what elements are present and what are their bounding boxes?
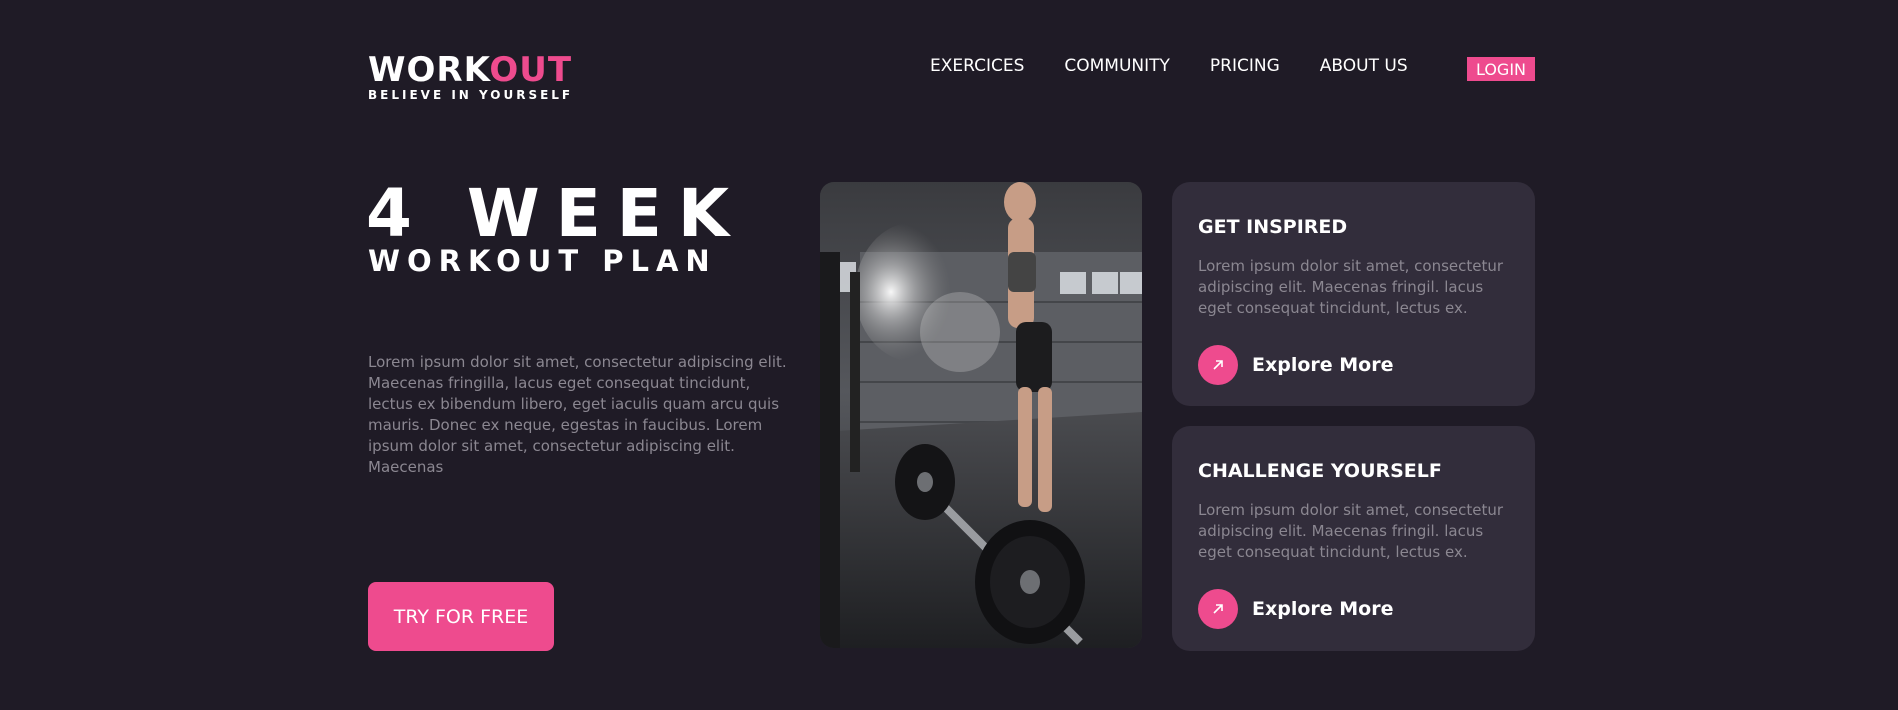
nav-item-about-us[interactable]: ABOUT US	[1320, 56, 1408, 76]
card-get-inspired: GET INSPIRED Lorem ipsum dolor sit amet,…	[1172, 182, 1535, 406]
explore-more-label[interactable]: Explore More	[1252, 598, 1394, 620]
explore-more-link[interactable]: Explore More	[1198, 589, 1394, 629]
arrow-up-right-icon[interactable]	[1198, 345, 1238, 385]
card-title: GET INSPIRED	[1198, 216, 1348, 238]
arrow-up-right-icon[interactable]	[1198, 589, 1238, 629]
explore-more-link[interactable]: Explore More	[1198, 345, 1394, 385]
logo-word-pink: OUT	[489, 50, 573, 90]
hero-subtitle: WORKOUT PLAN	[368, 244, 717, 278]
nav-item-community[interactable]: COMMUNITY	[1064, 56, 1170, 76]
logo-wordmark: WORKOUT	[368, 52, 573, 88]
login-button[interactable]: LOGIN	[1467, 57, 1535, 81]
brand-logo[interactable]: WORKOUT BELIEVE IN YOURSELF	[368, 52, 573, 102]
hero-title: 4 WEEK	[366, 175, 746, 252]
card-challenge-yourself: CHALLENGE YOURSELF Lorem ipsum dolor sit…	[1172, 426, 1535, 651]
try-for-free-button[interactable]: TRY FOR FREE	[368, 582, 554, 651]
nav-item-exercices[interactable]: EXERCICES	[930, 56, 1024, 76]
card-text: Lorem ipsum dolor sit amet, consectetur …	[1198, 501, 1504, 561]
card-text: Lorem ipsum dolor sit amet, consectetur …	[1198, 257, 1504, 317]
hero-description: Lorem ipsum dolor sit amet, consectetur …	[368, 353, 787, 476]
main-nav: EXERCICES COMMUNITY PRICING ABOUT US	[930, 56, 1408, 76]
hero-photo	[820, 182, 1142, 648]
logo-word-white: WORK	[368, 50, 490, 90]
card-title: CHALLENGE YOURSELF	[1198, 460, 1442, 482]
landing-page: WORKOUT BELIEVE IN YOURSELF EXERCICES CO…	[0, 0, 1898, 710]
logo-tagline: BELIEVE IN YOURSELF	[368, 88, 574, 102]
nav-item-pricing[interactable]: PRICING	[1210, 56, 1280, 76]
explore-more-label[interactable]: Explore More	[1252, 354, 1394, 376]
